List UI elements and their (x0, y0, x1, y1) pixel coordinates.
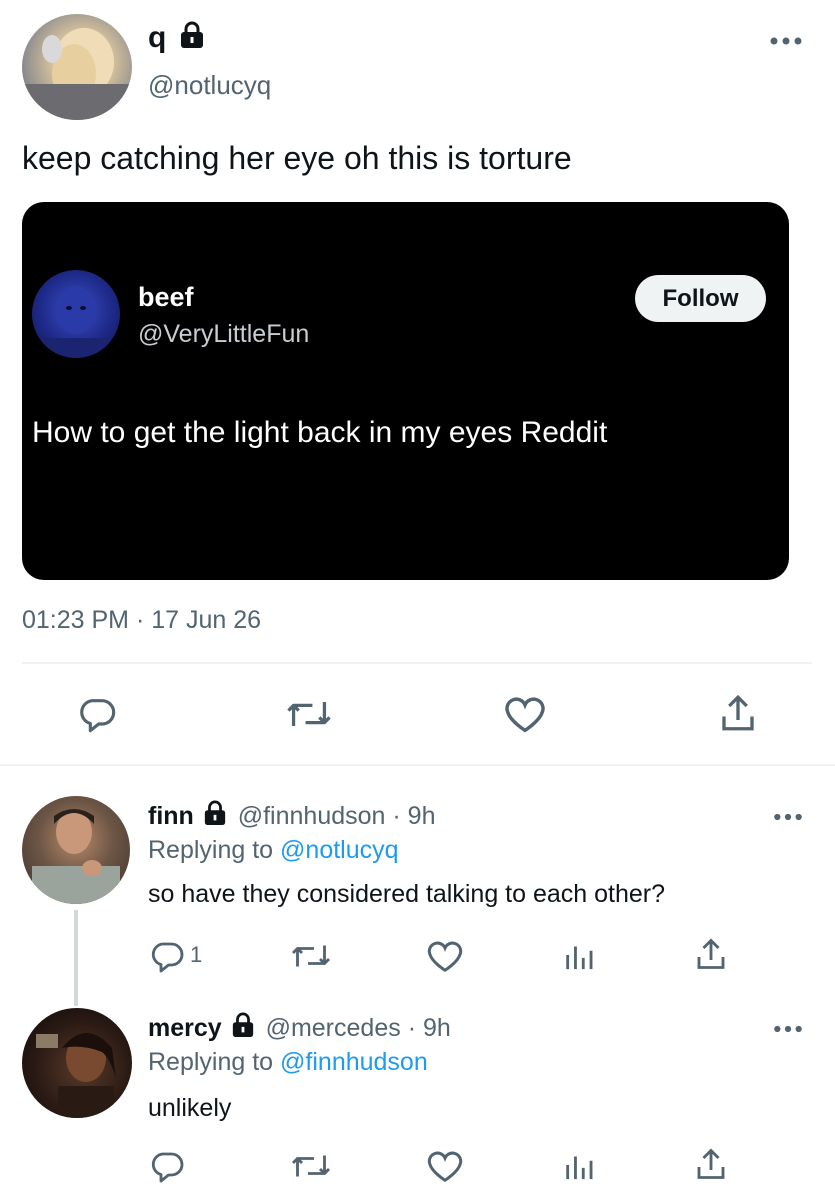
replying-to-handle[interactable]: @finnhudson (280, 1048, 428, 1076)
more-options-icon[interactable] (768, 36, 804, 46)
replying-to-label: Replying to (148, 836, 274, 864)
reply-header: mercy @mercedes · 9h (148, 1012, 451, 1046)
reply-text: unlikely (148, 1094, 232, 1122)
reply-count: 1 (190, 942, 203, 967)
reply-icon[interactable] (76, 694, 118, 734)
lock-icon (203, 800, 227, 834)
analytics-icon[interactable] (562, 1148, 596, 1182)
reply-time[interactable]: · 9h (408, 1014, 451, 1042)
replying-to-handle[interactable]: @notlucyq (280, 836, 399, 864)
reply-handle[interactable]: @finnhudson (238, 802, 386, 830)
avatar[interactable] (22, 14, 132, 120)
follow-button[interactable]: Follow (635, 275, 766, 322)
divider (22, 662, 812, 664)
embedded-display-name: beef (138, 282, 194, 312)
handle[interactable]: @notlucyq (148, 70, 271, 101)
lock-icon (179, 21, 205, 58)
embedded-avatar (32, 270, 120, 358)
timestamp[interactable]: 01:23 PM · 17 Jun 26 (22, 606, 261, 635)
replying-to: Replying to @notlucyq (148, 836, 399, 865)
retweet-icon[interactable] (290, 940, 332, 972)
like-icon[interactable] (503, 694, 547, 734)
reply-display-name[interactable]: mercy (148, 1014, 222, 1042)
embedded-image[interactable]: beef @VeryLittleFun Follow How to get th… (22, 202, 789, 580)
reply-display-name[interactable]: finn (148, 802, 194, 830)
follow-button-label: Follow (662, 285, 739, 312)
retweet-icon[interactable] (285, 696, 333, 732)
reply-header: finn @finnhudson · 9h (148, 800, 436, 834)
reply-time[interactable]: · 9h (392, 802, 435, 830)
display-name-text[interactable]: q (148, 21, 166, 54)
reply-avatar[interactable] (22, 1008, 132, 1118)
thread-line (74, 910, 78, 1006)
section-divider (0, 764, 835, 766)
like-icon[interactable] (426, 1148, 464, 1184)
more-options-icon[interactable] (772, 812, 804, 822)
replying-to-label: Replying to (148, 1048, 274, 1076)
embedded-handle: @VeryLittleFun (138, 320, 310, 348)
reply-icon[interactable] (148, 1148, 186, 1184)
lock-icon (231, 1012, 255, 1046)
retweet-icon[interactable] (290, 1150, 332, 1182)
reply-text: so have they considered talking to each … (148, 880, 666, 908)
like-icon[interactable] (426, 938, 464, 974)
embedded-text: How to get the light back in my eyes Red… (32, 416, 608, 449)
replying-to: Replying to @finnhudson (148, 1048, 428, 1077)
reply-icon[interactable] (148, 938, 186, 974)
tweet-text: keep catching her eye oh this is torture (22, 140, 572, 176)
share-icon[interactable] (694, 936, 728, 972)
analytics-icon[interactable] (562, 938, 596, 972)
share-icon[interactable] (718, 692, 758, 734)
share-icon[interactable] (694, 1146, 728, 1182)
display-name[interactable]: q (148, 20, 205, 58)
more-options-icon[interactable] (772, 1024, 804, 1034)
reply-handle[interactable]: @mercedes (266, 1014, 401, 1042)
reply-avatar[interactable] (22, 796, 130, 904)
